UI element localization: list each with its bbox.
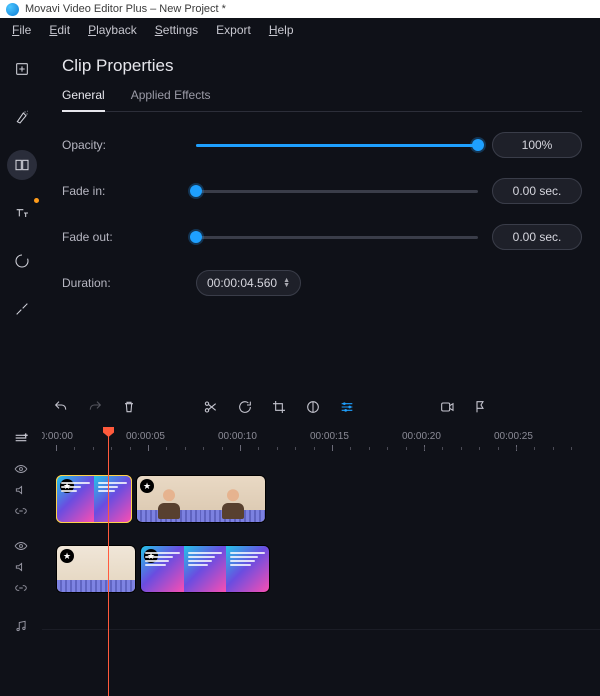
tool-titles-icon[interactable]	[7, 198, 37, 228]
clip-video-1[interactable]: ★	[136, 475, 266, 523]
track-mute-icon[interactable]	[14, 560, 28, 577]
upper-area: Clip Properties General Applied Effects …	[0, 42, 600, 387]
color-adjust-button[interactable]	[300, 394, 326, 420]
star-icon: ★	[140, 479, 154, 493]
fade-out-label: Fade out:	[62, 230, 182, 244]
tool-more-icon[interactable]	[7, 294, 37, 324]
redo-button[interactable]	[82, 394, 108, 420]
split-button[interactable]	[198, 394, 224, 420]
fade-out-slider[interactable]	[196, 230, 478, 244]
clip-properties-button[interactable]	[334, 394, 360, 420]
clip-properties-panel: Clip Properties General Applied Effects …	[44, 42, 600, 387]
track-visibility-icon[interactable]	[14, 539, 28, 556]
fade-in-label: Fade in:	[62, 184, 182, 198]
tab-applied-effects[interactable]: Applied Effects	[131, 88, 211, 111]
tool-transitions-icon[interactable]	[7, 150, 37, 180]
clip-title-1[interactable]: ★	[56, 475, 132, 523]
timeline-area: 00:00:00 00:00:05 00:00:10 00:00:15 00:0…	[0, 427, 600, 696]
ruler-label: 00:00:15	[310, 431, 360, 442]
ruler-label: 00:00:25	[494, 431, 544, 442]
fade-in-slider[interactable]	[196, 184, 478, 198]
opacity-label: Opacity:	[62, 138, 182, 152]
clip-video-2[interactable]: ★	[56, 545, 136, 593]
app-logo-icon	[6, 3, 19, 16]
track-1-controls	[14, 463, 28, 519]
crop-button[interactable]	[266, 394, 292, 420]
track-overlay: ★ ★	[42, 475, 600, 531]
notification-dot-icon	[34, 198, 39, 203]
track-2-controls	[14, 533, 28, 603]
ruler-label: 00:00:00	[42, 431, 84, 442]
time-ruler[interactable]: 00:00:00 00:00:05 00:00:10 00:00:15 00:0…	[42, 431, 600, 461]
delete-button[interactable]	[116, 394, 142, 420]
duration-spinner-icon[interactable]: ▲▼	[283, 278, 290, 288]
ruler-label: 00:00:05	[126, 431, 176, 442]
menubar: FFileile Edit Playback Settings Export H…	[0, 18, 600, 42]
track-audio-controls	[14, 617, 28, 637]
panel-tabs: General Applied Effects	[62, 88, 582, 112]
undo-button[interactable]	[48, 394, 74, 420]
menu-playback[interactable]: Playback	[80, 21, 145, 39]
add-track-button[interactable]	[0, 427, 42, 449]
side-toolbar	[0, 42, 44, 387]
star-icon: ★	[60, 549, 74, 563]
tool-filters-icon[interactable]	[7, 102, 37, 132]
tab-general[interactable]: General	[62, 88, 105, 112]
opacity-value: 100%	[492, 132, 582, 158]
ruler-label: 00:00:20	[402, 431, 452, 442]
playhead[interactable]	[108, 427, 109, 696]
menu-help[interactable]: Help	[261, 21, 302, 39]
track-mute-icon[interactable]	[14, 483, 28, 500]
menu-edit[interactable]: Edit	[41, 21, 78, 39]
row-duration: Duration: 00:00:04.560 ▲▼	[62, 270, 582, 296]
window-titlebar: Movavi Video Editor Plus – New Project *	[0, 0, 600, 18]
menu-file[interactable]: FFileile	[4, 21, 39, 39]
track-link-icon[interactable]	[14, 504, 28, 521]
row-fade-in: Fade in: 0.00 sec.	[62, 178, 582, 204]
rotate-button[interactable]	[232, 394, 258, 420]
ruler-label: 00:00:10	[218, 431, 268, 442]
track-visibility-icon[interactable]	[14, 462, 28, 479]
timeline[interactable]: 00:00:00 00:00:05 00:00:10 00:00:15 00:0…	[42, 427, 600, 696]
duration-label: Duration:	[62, 276, 182, 290]
record-button[interactable]	[434, 394, 460, 420]
menu-export[interactable]: Export	[208, 21, 259, 39]
app-root: FFileile Edit Playback Settings Export H…	[0, 18, 600, 696]
row-opacity: Opacity: 100%	[62, 132, 582, 158]
row-fade-out: Fade out: 0.00 sec.	[62, 224, 582, 250]
fade-in-value: 0.00 sec.	[492, 178, 582, 204]
menu-settings[interactable]: Settings	[147, 21, 206, 39]
music-track-icon	[14, 619, 28, 636]
track-video: ★ ★	[42, 545, 600, 615]
opacity-slider[interactable]	[196, 138, 478, 152]
tool-stickers-icon[interactable]	[7, 246, 37, 276]
fade-out-value: 0.00 sec.	[492, 224, 582, 250]
marker-button[interactable]	[468, 394, 494, 420]
track-audio	[42, 629, 600, 649]
tool-media-icon[interactable]	[7, 54, 37, 84]
panel-title: Clip Properties	[62, 56, 582, 76]
duration-field[interactable]: 00:00:04.560 ▲▼	[196, 270, 301, 296]
tracks-gutter	[0, 427, 42, 696]
track-link-icon[interactable]	[14, 581, 28, 598]
timeline-toolbar	[0, 387, 600, 427]
window-title: Movavi Video Editor Plus – New Project *	[25, 3, 226, 15]
clip-title-2[interactable]: ★	[140, 545, 270, 593]
duration-value: 00:00:04.560	[207, 276, 277, 290]
